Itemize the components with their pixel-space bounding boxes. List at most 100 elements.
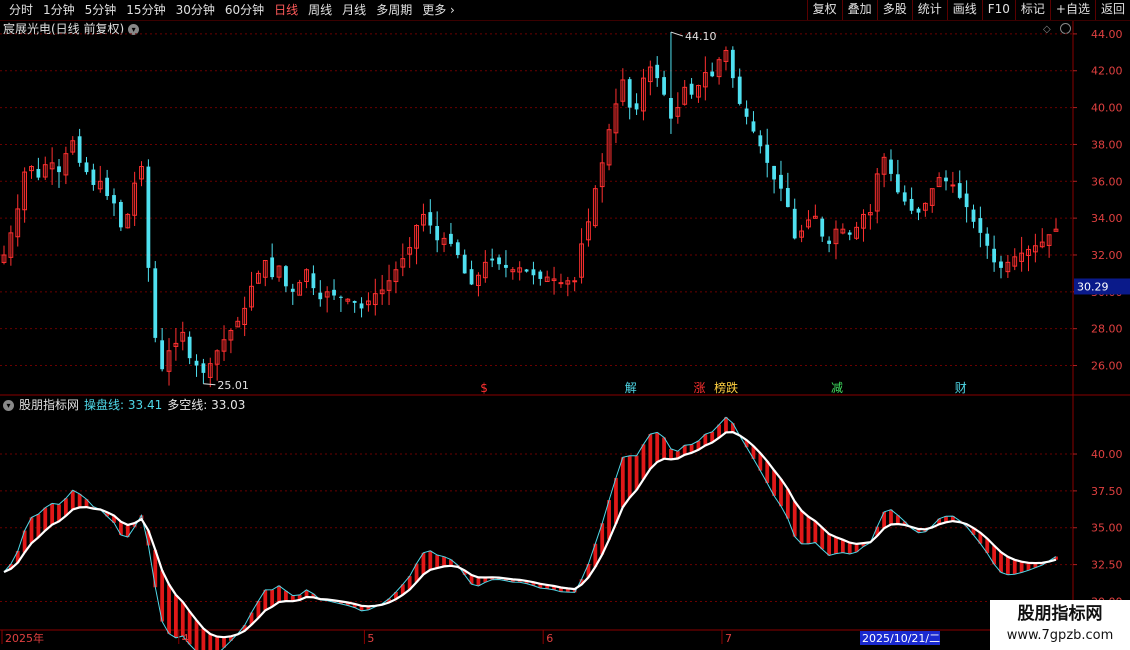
cursor-date-label: 2025/10/21/二 <box>862 632 940 645</box>
candle-body-15 <box>105 177 110 197</box>
event-marker-2: 涨 <box>693 380 705 395</box>
candle-body-23 <box>160 340 165 370</box>
candle-body-13 <box>91 169 96 185</box>
ind-bar-26 <box>180 601 185 637</box>
ind-bar-30 <box>208 634 213 650</box>
ind-bar-96 <box>662 437 666 459</box>
price-tick-label-6: 32.00 <box>1091 249 1123 262</box>
event-marker-1: 解 <box>625 381 637 395</box>
candle-body-63 <box>435 226 440 241</box>
price-tick-label-5: 34.00 <box>1091 212 1123 225</box>
candle-body-5 <box>36 168 41 178</box>
candle-body-103 <box>710 71 715 77</box>
ind-bar-25 <box>174 594 178 638</box>
ind-bar-148 <box>1019 561 1024 573</box>
ind-bar-6 <box>43 507 48 531</box>
ind-bar-5 <box>36 514 41 538</box>
ind-bar-69 <box>476 577 481 586</box>
ind-bar-147 <box>1012 559 1017 575</box>
candle-body-137 <box>944 177 948 182</box>
ind-bar-116 <box>799 510 804 544</box>
watermark-url: www.7gpzb.com <box>1006 628 1114 643</box>
ind-tick-label-1: 37.50 <box>1091 485 1123 498</box>
candle-body-72 <box>497 257 501 265</box>
kline-chart[interactable]: 44.0042.0040.0038.0036.0034.0032.0030.00… <box>0 0 1130 650</box>
candle-body-81 <box>558 282 564 285</box>
x-label-2: 5 <box>367 632 374 645</box>
ind-bar-119 <box>820 527 825 550</box>
candle-body-73 <box>504 264 508 268</box>
watermark: 股朋指标网 www.7gpzb.com <box>990 600 1130 650</box>
ind-tick-label-2: 35.00 <box>1091 522 1123 535</box>
event-marker-4: 减 <box>831 381 843 395</box>
ind-bar-123 <box>847 542 852 555</box>
event-marker-0: $ <box>480 381 488 395</box>
price-tick-label-3: 38.00 <box>1091 138 1123 151</box>
x-label-3: 6 <box>546 632 553 645</box>
candle-body-12 <box>84 162 89 173</box>
ind-bar-145 <box>999 552 1003 573</box>
candle-body-145 <box>999 261 1003 268</box>
candle-body-106 <box>730 49 735 79</box>
candle-body-71 <box>490 258 495 261</box>
candle-body-142 <box>978 218 983 233</box>
candle-body-120 <box>827 240 831 244</box>
ind-bar-115 <box>792 501 797 537</box>
ind-bar-24 <box>167 584 171 634</box>
ind-bar-8 <box>57 504 61 522</box>
candle-body-123 <box>847 232 852 235</box>
ind-bar-10 <box>70 490 75 510</box>
ind-bar-91 <box>627 455 632 498</box>
current-price-label: 30.29 <box>1077 280 1109 293</box>
candle-body-51 <box>352 301 357 303</box>
ind-bar-122 <box>840 539 845 553</box>
price-tick-label-2: 40.00 <box>1091 102 1123 115</box>
ind-bar-4 <box>29 517 34 544</box>
ind-bar-31 <box>215 636 220 650</box>
candle-body-139 <box>957 183 962 198</box>
ind-bar-92 <box>634 455 639 491</box>
x-label-0: 2025年 <box>5 631 44 645</box>
ind-bar-95 <box>655 432 660 462</box>
candle-body-42 <box>290 288 295 292</box>
candle-body-115 <box>792 208 797 239</box>
candle-body-114 <box>785 188 790 208</box>
candle-body-100 <box>689 83 694 95</box>
candle-body-52 <box>359 303 364 309</box>
candle-body-62 <box>428 212 433 226</box>
candle-body-95 <box>655 64 660 79</box>
low-price-label: 25.01 <box>217 379 249 392</box>
candle-body-78 <box>538 271 543 279</box>
candle-body-8 <box>57 166 61 173</box>
candle-body-119 <box>820 218 825 237</box>
candle-body-48 <box>332 289 336 296</box>
candle-body-49 <box>339 296 343 298</box>
ind-bar-64 <box>442 556 446 567</box>
candle-body-41 <box>284 266 288 287</box>
ind-bar-97 <box>669 448 673 460</box>
candle-body-68 <box>469 269 474 285</box>
candle-body-133 <box>916 208 921 213</box>
candle-body-132 <box>909 198 914 211</box>
candle-body-27 <box>187 336 192 359</box>
ind-bar-62 <box>428 550 433 570</box>
ind-bar-105 <box>724 417 728 433</box>
ind-bar-29 <box>201 628 206 650</box>
candle-body-17 <box>118 201 123 228</box>
ind-bar-113 <box>779 479 783 507</box>
price-tick-label-9: 26.00 <box>1091 360 1123 373</box>
candle-body-29 <box>201 363 206 373</box>
candle-body-45 <box>311 273 316 289</box>
candle-body-107 <box>737 76 742 104</box>
ind-bar-63 <box>435 555 440 569</box>
candle-body-140 <box>964 193 969 208</box>
candle-body-130 <box>895 174 900 193</box>
candle-body-144 <box>992 248 997 263</box>
ind-bar-41 <box>284 590 288 602</box>
candle-body-109 <box>751 121 756 132</box>
candle-body-22 <box>153 268 158 338</box>
ind-bar-106 <box>730 423 735 433</box>
candle-body-76 <box>524 269 529 272</box>
price-tick-label-1: 42.00 <box>1091 65 1123 78</box>
x-label-1: 4 <box>182 632 189 645</box>
